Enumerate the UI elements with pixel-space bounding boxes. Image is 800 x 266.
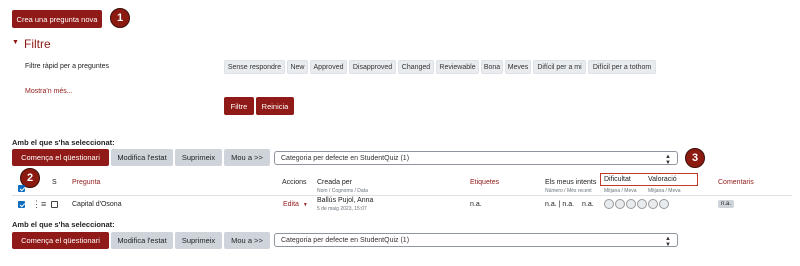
column-subheader-my-attempts[interactable]: Número / Més recent bbox=[545, 188, 592, 194]
row-checkbox[interactable] bbox=[18, 201, 25, 208]
reset-button[interactable]: Reinicia bbox=[256, 97, 294, 115]
filter-chip-disapproved[interactable]: Disapproved bbox=[349, 60, 396, 74]
category-select-value: Categoria per defecte en StudentQuiz (1) bbox=[281, 154, 410, 162]
empty-star-icon bbox=[659, 199, 669, 209]
empty-star-icon bbox=[626, 199, 636, 209]
created-date: 5 de maig 2023, 15:07 bbox=[317, 206, 367, 212]
empty-star-icon bbox=[637, 199, 647, 209]
callout-badge-1: 1 bbox=[110, 8, 130, 28]
modify-state-button[interactable]: Modifica l'estat bbox=[111, 149, 173, 166]
bulk-actions-label: Amb el que s'ha seleccionat: bbox=[12, 138, 115, 147]
column-header-comments[interactable]: Comentaris bbox=[718, 179, 754, 186]
column-header-created-by: Creada per bbox=[317, 179, 353, 186]
column-header-tags[interactable]: Etiquetes bbox=[470, 179, 499, 186]
edit-label: Edita bbox=[283, 201, 299, 208]
filter-chip-mine[interactable]: Meves bbox=[505, 60, 531, 74]
column-header-difficulty: Dificultat bbox=[604, 176, 631, 183]
show-more-link[interactable]: Mostra'n més... bbox=[25, 88, 73, 95]
empty-star-icon bbox=[648, 199, 658, 209]
select-arrows-icon: ▲ ▼ bbox=[665, 154, 671, 166]
bulk-actions-label-bottom: Amb el que s'ha seleccionat: bbox=[12, 220, 115, 229]
category-select-value-bottom: Categoria per defecte en StudentQuiz (1) bbox=[281, 236, 410, 244]
callout-badge-3: 3 bbox=[685, 148, 705, 168]
filter-chip-difficult-for-all[interactable]: Difícil per a tothom bbox=[588, 60, 656, 74]
category-select-bottom[interactable]: Categoria per defecte en StudentQuiz (1)… bbox=[274, 233, 678, 248]
tags-value: n.a. bbox=[470, 201, 482, 208]
empty-star-icon bbox=[615, 199, 625, 209]
question-name[interactable]: Capital d'Osona bbox=[72, 201, 122, 208]
quick-filter-label: Filtre ràpid per a preguntes bbox=[25, 63, 110, 70]
category-select[interactable]: Categoria per defecte en StudentQuiz (1)… bbox=[274, 151, 678, 166]
start-quiz-button-bottom[interactable]: Comença el qüestionari bbox=[12, 232, 109, 249]
filter-button[interactable]: Filtre bbox=[224, 97, 254, 115]
edit-menu[interactable]: Edita ▼ bbox=[283, 201, 308, 208]
filter-chip-approved[interactable]: Approved bbox=[310, 60, 347, 74]
column-subheader-difficulty[interactable]: Mitjana / Meva bbox=[604, 188, 637, 194]
state-checkbox-icon bbox=[51, 201, 58, 208]
multichoice-question-icon: ⋮≡ bbox=[32, 199, 47, 209]
filter-chip-new[interactable]: New bbox=[287, 60, 308, 74]
delete-button[interactable]: Suprimeix bbox=[175, 149, 222, 166]
empty-star-icon bbox=[604, 199, 614, 209]
filter-chip-unanswered[interactable]: Sense respondre bbox=[224, 60, 285, 74]
column-subheader-rating[interactable]: Mitjana / Meva bbox=[648, 188, 681, 194]
move-button[interactable]: Mou a >> bbox=[224, 149, 270, 166]
filter-chip-good[interactable]: Bona bbox=[481, 60, 503, 74]
author-name: Ballús Pujol, Anna bbox=[317, 197, 374, 204]
comments-badge: n.a. bbox=[718, 200, 735, 208]
filter-chip-difficult-for-me[interactable]: Difícil per a mi bbox=[533, 60, 586, 74]
row-divider bbox=[12, 195, 792, 196]
filter-chip-changed[interactable]: Changed bbox=[398, 60, 434, 74]
filter-heading[interactable]: Filtre bbox=[24, 37, 51, 51]
start-quiz-button[interactable]: Comença el qüestionari bbox=[12, 149, 109, 166]
column-subheader-created-by[interactable]: Nom / Cognoms / Data bbox=[317, 188, 368, 194]
select-all-checkbox[interactable] bbox=[18, 185, 25, 192]
modify-state-button-bottom[interactable]: Modifica l'estat bbox=[111, 232, 173, 249]
rating-stars bbox=[604, 199, 669, 209]
collapse-chevron-icon[interactable]: ▼ bbox=[12, 39, 19, 46]
column-header-actions: Accions bbox=[282, 179, 307, 186]
select-arrows-icon: ▲ ▼ bbox=[665, 236, 671, 248]
delete-button-bottom[interactable]: Suprimeix bbox=[175, 232, 222, 249]
filter-chip-reviewable[interactable]: Reviewable bbox=[436, 60, 479, 74]
move-button-bottom[interactable]: Mou a >> bbox=[224, 232, 270, 249]
column-header-question[interactable]: Pregunta bbox=[72, 179, 100, 186]
attempts-value: n.a. | n.a. bbox=[545, 201, 575, 208]
column-header-rating: Valoració bbox=[648, 176, 677, 183]
column-header-my-attempts: Els meus intents bbox=[545, 179, 597, 186]
create-question-button[interactable]: Crea una pregunta nova bbox=[12, 10, 102, 28]
caret-down-icon: ▼ bbox=[302, 202, 308, 208]
difficulty-value: n.a. bbox=[582, 201, 594, 208]
column-header-state[interactable]: S bbox=[52, 179, 57, 186]
